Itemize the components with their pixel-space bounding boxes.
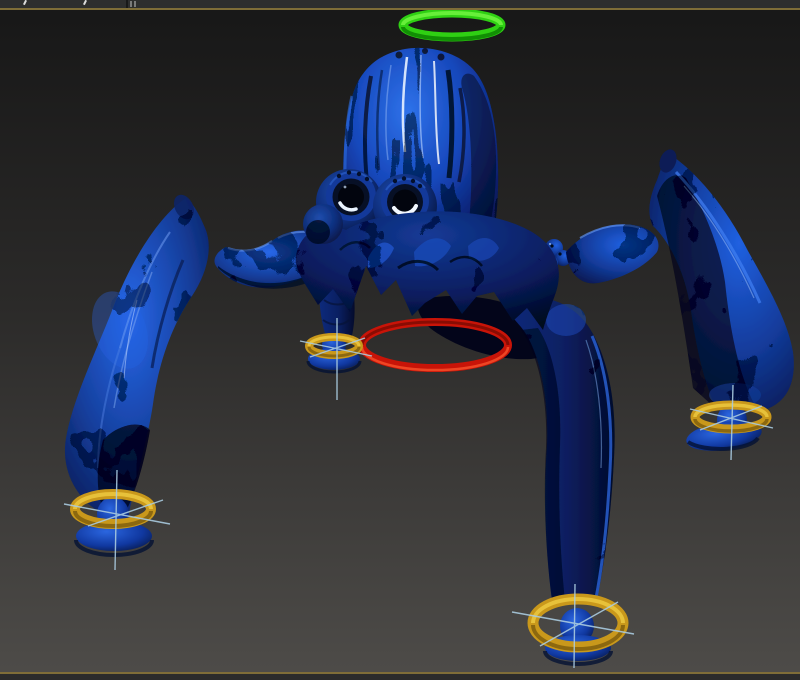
viewport-canvas[interactable]	[0, 0, 800, 680]
toolbar-grip-bar	[134, 1, 136, 7]
toolbar-divider	[126, 0, 128, 8]
clipped-toolbar-icon[interactable]	[83, 0, 87, 5]
top-toolbar[interactable]	[0, 0, 800, 10]
app-window	[0, 0, 800, 680]
bottom-bar	[0, 672, 800, 680]
clipped-toolbar-icon[interactable]	[23, 0, 27, 5]
toolbar-grip-bar	[130, 1, 132, 7]
